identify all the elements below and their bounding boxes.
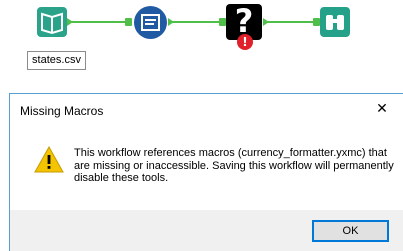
dialog-footer: OK: [10, 210, 403, 251]
dialog-message: This workflow references macros (currenc…: [74, 147, 394, 184]
input-anchor-icon: [313, 18, 320, 26]
dialog-title: Missing Macros: [20, 104, 104, 118]
input-anchor-icon: [125, 18, 132, 26]
workflow-canvas: ? ! states.csv Missing Macros ✕ This wor…: [0, 0, 403, 251]
book-icon: [41, 12, 63, 35]
connection-line: [265, 21, 315, 23]
connection-line: [70, 21, 128, 23]
select-list-icon: [141, 14, 160, 31]
connection-line: [170, 21, 222, 23]
binoculars-icon: [326, 15, 344, 30]
error-badge-icon: !: [237, 34, 253, 50]
close-icon[interactable]: ✕: [372, 98, 392, 120]
output-anchor-icon: [263, 18, 269, 26]
browse-tool[interactable]: [320, 7, 350, 37]
input-data-tool[interactable]: [37, 7, 67, 37]
output-anchor-icon: [168, 18, 174, 26]
tool-annotation-label: states.csv: [27, 51, 86, 70]
input-anchor-icon: [219, 18, 226, 26]
missing-macros-dialog: Missing Macros ✕ This workflow reference…: [9, 93, 403, 251]
warning-icon: [34, 145, 64, 173]
output-anchor-icon: [67, 18, 73, 26]
select-tool[interactable]: [134, 6, 167, 39]
ok-button[interactable]: OK: [312, 220, 389, 242]
